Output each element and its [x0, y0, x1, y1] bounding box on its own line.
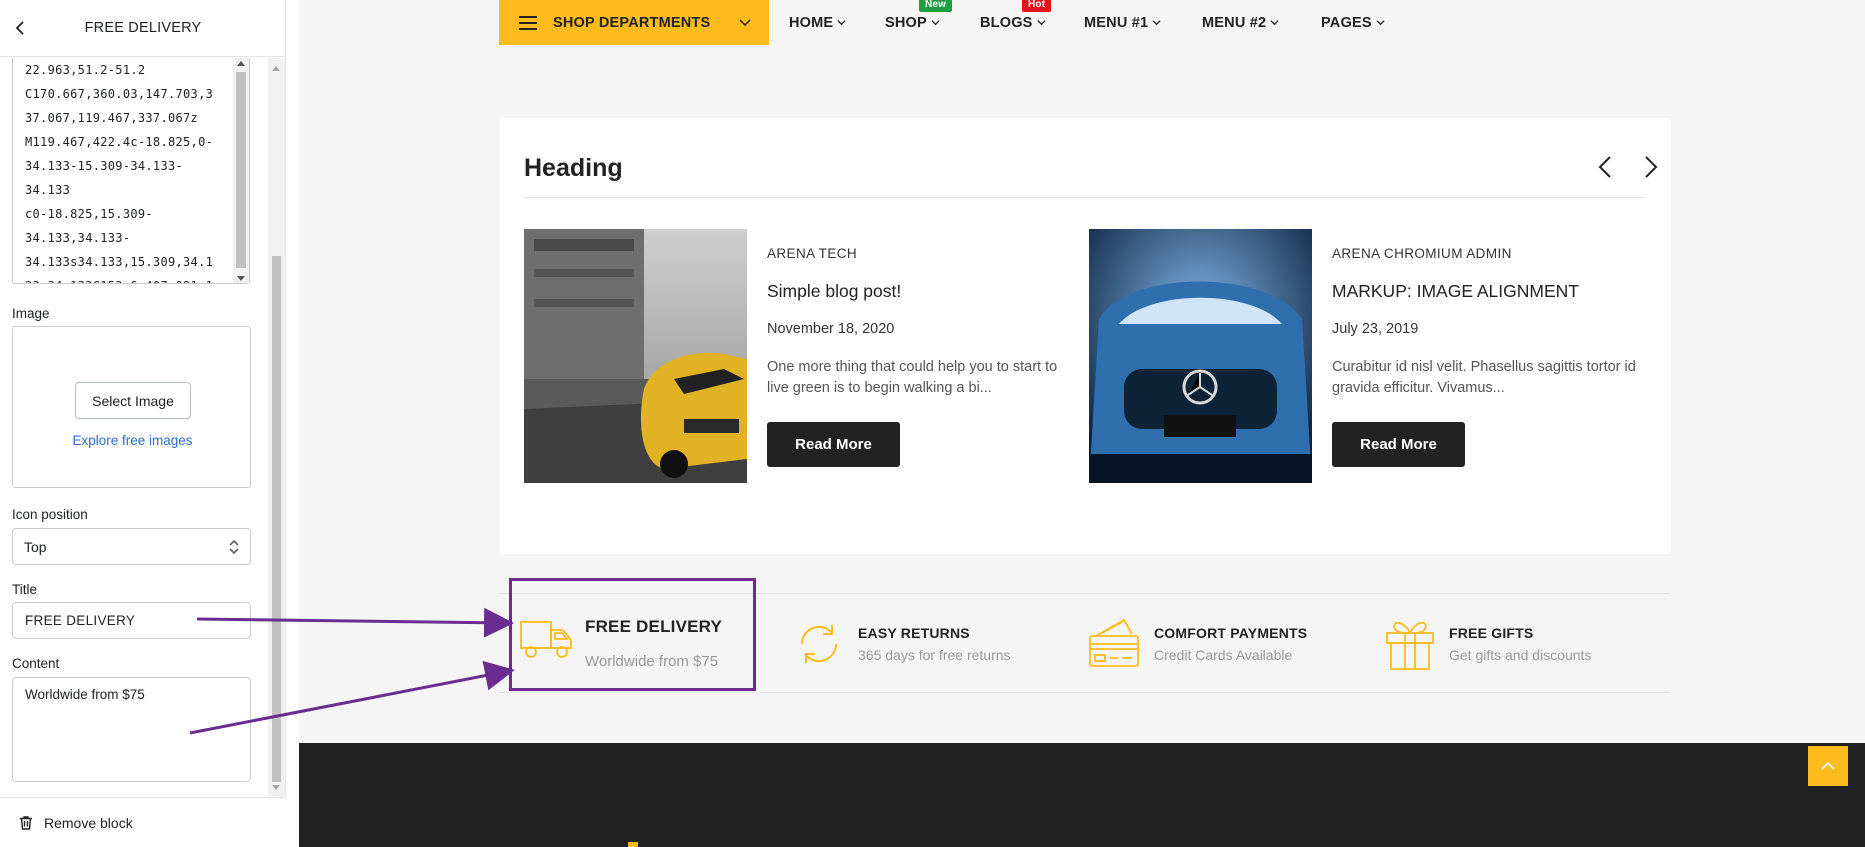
icon-position-select[interactable]: Top	[12, 528, 251, 565]
next-arrow-icon[interactable]	[1638, 154, 1662, 180]
chevron-down-icon	[1152, 20, 1161, 26]
post-date: July 23, 2019	[1332, 321, 1419, 337]
chevron-down-icon	[931, 20, 940, 26]
nav-item-label: PAGES	[1321, 14, 1372, 31]
post-title[interactable]: Simple blog post!	[767, 281, 901, 302]
heading-divider	[524, 197, 1645, 198]
svg-code-textarea[interactable]: 22.963,51.2-51.2 C170.667,360.03,147.703…	[12, 58, 250, 284]
panel-scrollbar[interactable]	[268, 58, 285, 796]
icon-position-value: Top	[24, 538, 47, 555]
prev-arrow-icon[interactable]	[1594, 154, 1618, 180]
nav-item-shop[interactable]: SHOP New	[885, 0, 953, 45]
svg-code-text: 22.963,51.2-51.2 C170.667,360.03,147.703…	[25, 63, 214, 283]
footer-accent-mark	[628, 842, 638, 847]
chevron-down-icon	[1270, 20, 1279, 26]
remove-block-label: Remove block	[44, 814, 133, 831]
section-heading: Heading	[524, 154, 623, 182]
chevron-down-icon	[1037, 20, 1046, 26]
select-caret-icon	[229, 539, 239, 555]
returns-icon	[800, 625, 838, 663]
blog-section: Heading ARENA TECH Simple blog post! Nov…	[499, 118, 1671, 554]
hot-badge: Hot	[1022, 0, 1052, 12]
post-date: November 18, 2020	[767, 321, 895, 337]
image-picker: Select Image Explore free images	[12, 326, 251, 488]
panel-scroll-thumb[interactable]	[272, 256, 281, 782]
feature-subtitle: 365 days for free returns	[858, 647, 1011, 663]
feature-subtitle: Get gifts and discounts	[1449, 647, 1592, 663]
feature-title: FREE GIFTS	[1449, 625, 1534, 641]
content-label: Content	[12, 656, 60, 671]
panel-scroll-up-icon[interactable]	[272, 66, 280, 71]
chevron-down-icon	[739, 19, 751, 27]
nav-item-label: MENU #1	[1084, 14, 1149, 31]
back-arrow-icon[interactable]	[10, 17, 32, 39]
panel-scroll-down-icon[interactable]	[272, 785, 280, 790]
feature-title: COMFORT PAYMENTS	[1154, 625, 1308, 641]
shop-departments-button[interactable]: SHOP DEPARTMENTS	[499, 0, 769, 45]
panel-gap	[286, 0, 299, 847]
nav-item-label: BLOGS	[980, 14, 1033, 31]
nav-item-blogs[interactable]: BLOGS Hot	[980, 0, 1052, 45]
explore-free-images-link[interactable]: Explore free images	[13, 433, 252, 448]
post-author: ARENA TECH	[767, 246, 858, 261]
post-title[interactable]: MARKUP: IMAGE ALIGNMENT	[1332, 281, 1579, 302]
blog-post-card: ARENA TECH Simple blog post! November 18…	[524, 229, 1084, 483]
remove-block-button[interactable]: Remove block	[0, 797, 286, 847]
post-image-blue-car[interactable]	[1089, 229, 1312, 483]
feature-comfort-payments[interactable]: COMFORT PAYMENTS Credit Cards Available	[1088, 594, 1348, 694]
nav-item-pages[interactable]: PAGES	[1321, 0, 1385, 45]
feature-free-gifts[interactable]: FREE GIFTS Get gifts and discounts	[1383, 594, 1643, 694]
panel-header: FREE DELIVERY	[0, 0, 286, 57]
nav-item-menu-2[interactable]: MENU #2	[1202, 0, 1279, 45]
post-excerpt: One more thing that could help you to st…	[767, 359, 1058, 396]
post-excerpt: Curabitur id nisl velit. Phasellus sagit…	[1332, 359, 1636, 396]
icon-position-label: Icon position	[12, 507, 88, 522]
scroll-down-arrow-icon[interactable]	[237, 276, 245, 281]
panel-title: FREE DELIVERY	[84, 20, 202, 36]
gift-icon	[1386, 621, 1434, 670]
blog-post-card: ARENA CHROMIUM ADMIN MARKUP: IMAGE ALIGN…	[1089, 229, 1649, 483]
nav-item-menu-1[interactable]: MENU #1	[1084, 0, 1161, 45]
textarea-scroll-thumb[interactable]	[236, 72, 246, 268]
nav-item-home[interactable]: HOME	[789, 0, 846, 45]
feature-subtitle: Credit Cards Available	[1154, 647, 1293, 663]
annotation-highlight-box	[509, 578, 756, 691]
feature-title: EASY RETURNS	[858, 625, 970, 641]
hamburger-icon	[519, 15, 537, 30]
chevron-down-icon	[837, 20, 846, 26]
image-label: Image	[12, 306, 50, 321]
footer	[299, 743, 1865, 847]
shop-departments-label: SHOP DEPARTMENTS	[553, 14, 711, 31]
new-badge: New	[919, 0, 953, 12]
nav-item-label: SHOP	[885, 14, 927, 31]
chevron-down-icon	[1376, 20, 1385, 26]
back-to-top-button[interactable]	[1808, 746, 1848, 786]
title-input[interactable]: FREE DELIVERY	[12, 602, 251, 639]
post-image-yellow-car[interactable]	[524, 229, 747, 483]
feature-easy-returns[interactable]: EASY RETURNS 365 days for free returns	[794, 594, 1054, 694]
post-author: ARENA CHROMIUM ADMIN	[1332, 246, 1512, 261]
read-more-button[interactable]: Read More	[767, 422, 900, 467]
select-image-button[interactable]: Select Image	[75, 382, 191, 419]
nav-item-label: HOME	[789, 14, 834, 31]
scroll-up-arrow-icon[interactable]	[237, 61, 245, 66]
nav-item-label: MENU #2	[1202, 14, 1267, 31]
trash-icon	[20, 815, 32, 830]
chevron-up-icon	[1821, 761, 1835, 770]
read-more-button[interactable]: Read More	[1332, 422, 1465, 467]
title-label: Title	[12, 582, 38, 597]
content-textarea[interactable]: Worldwide from $75	[12, 677, 251, 782]
editor-panel: FREE DELIVERY 22.963,51.2-51.2 C170.667,…	[0, 0, 286, 847]
main-navigation: SHOP DEPARTMENTS HOME SHOP New BLOGS Hot…	[499, 0, 1670, 45]
credit-card-icon	[1089, 618, 1139, 667]
textarea-scrollbar[interactable]	[233, 58, 249, 283]
